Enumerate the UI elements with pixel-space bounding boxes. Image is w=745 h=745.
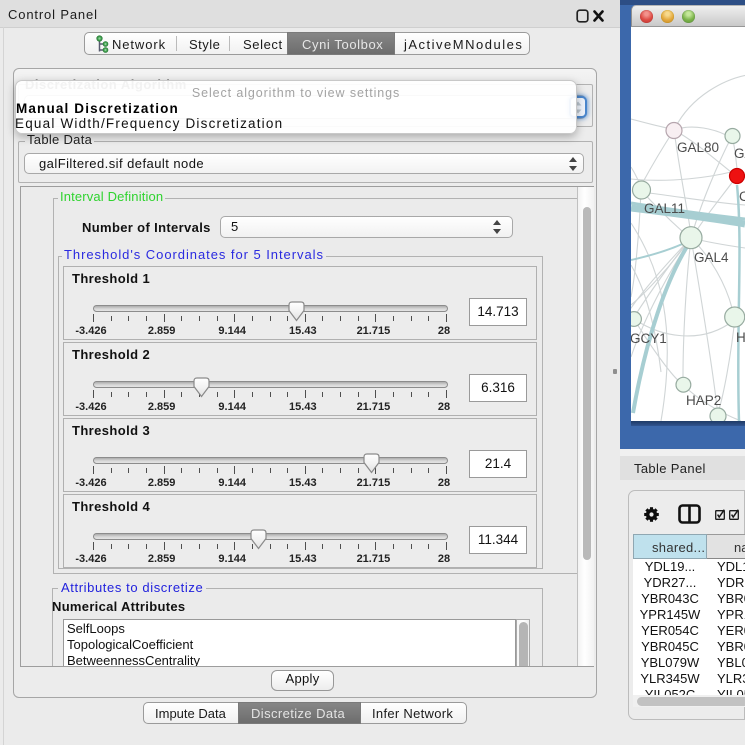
svg-text:HAP2: HAP2: [686, 393, 721, 408]
svg-text:H: H: [736, 330, 745, 345]
svg-text:GCY1: GCY1: [631, 331, 667, 346]
svg-text:GAL4: GAL4: [694, 250, 729, 265]
svg-text:GA: GA: [734, 146, 745, 161]
svg-text:GAL80: GAL80: [677, 140, 719, 155]
svg-text:C: C: [739, 189, 745, 204]
svg-text:GAL11: GAL11: [644, 201, 685, 216]
